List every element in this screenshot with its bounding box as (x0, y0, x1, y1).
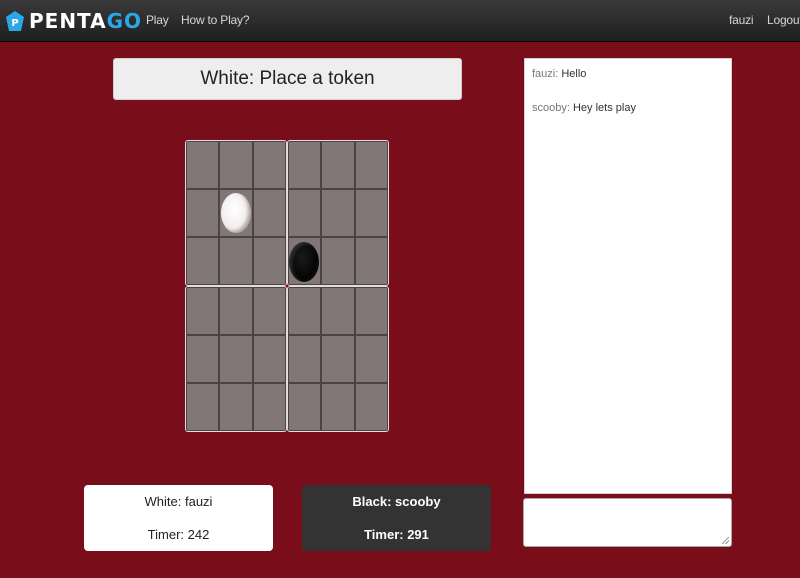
resize-grip-icon[interactable] (722, 537, 729, 544)
game-status-text: White: Place a token (200, 68, 375, 89)
brand-name: PENTAGO (29, 9, 143, 33)
black-player-label: Black: scooby (352, 494, 441, 509)
board-quadrant-bottom-left[interactable] (185, 286, 287, 432)
board-cell[interactable] (354, 141, 388, 189)
board-cell[interactable] (354, 188, 388, 237)
board-cell[interactable] (252, 382, 286, 431)
board-cell[interactable] (354, 382, 388, 431)
black-player-card: Black: scooby Timer: 291 (302, 485, 491, 551)
white-player-card: White: fauzi Timer: 242 (84, 485, 273, 551)
black-token (289, 241, 319, 282)
black-player-timer: Timer: 291 (364, 527, 429, 542)
board-cell[interactable] (321, 382, 355, 431)
white-player-timer: Timer: 242 (147, 527, 210, 542)
board-cell[interactable] (219, 141, 253, 189)
board-cell[interactable] (321, 334, 355, 383)
svg-text:P: P (11, 18, 18, 29)
chat-input[interactable] (523, 498, 732, 547)
nav-username-link[interactable]: fauzi (729, 13, 754, 27)
chat-message-author: fauzi: (532, 68, 559, 80)
nav-logout-link[interactable]: Logout (767, 13, 800, 27)
board-cell[interactable] (288, 287, 322, 335)
board-cell[interactable] (186, 382, 220, 431)
chat-message-text: Hey lets play (572, 102, 636, 114)
board-cell[interactable] (219, 236, 253, 285)
brand-logo[interactable]: P PENTAGO (6, 8, 142, 34)
board-cell[interactable] (252, 334, 286, 383)
board-cell[interactable] (252, 287, 286, 335)
game-status-panel: White: Place a token (113, 58, 462, 100)
board-cell[interactable] (321, 141, 355, 189)
board-cell[interactable] (186, 287, 220, 335)
board-cell[interactable] (288, 188, 322, 237)
white-player-label: White: fauzi (144, 494, 213, 509)
white-token (221, 193, 251, 233)
nav-how-to-play-link[interactable]: How to Play? (181, 13, 250, 27)
board-quadrant-bottom-right[interactable] (287, 286, 389, 432)
board-cell[interactable] (354, 334, 388, 383)
nav-play-link[interactable]: Play (146, 13, 169, 27)
board-cell[interactable] (186, 188, 220, 237)
board-cell[interactable] (219, 334, 253, 383)
board-cell[interactable] (186, 334, 220, 383)
board-cell[interactable] (252, 141, 286, 189)
chat-message-author: scooby: (532, 102, 570, 114)
board-cell[interactable] (354, 287, 388, 335)
chat-message-text: Hello (561, 68, 587, 80)
game-board (185, 140, 389, 432)
board-cell[interactable] (219, 382, 253, 431)
navbar: P PENTAGO Play How to Play? fauzi Logout (0, 0, 800, 42)
board-cell[interactable] (321, 287, 355, 335)
board-cell[interactable] (219, 287, 253, 335)
board-cell[interactable] (288, 141, 322, 189)
board-cell[interactable] (186, 141, 220, 189)
board-cell[interactable] (288, 334, 322, 383)
chat-message: scooby: Hey lets play (532, 101, 724, 115)
board-cell[interactable] (354, 236, 388, 285)
pentagon-logo-icon: P (6, 11, 24, 31)
board-cell[interactable] (252, 188, 286, 237)
chat-message: fauzi: Hello (532, 67, 724, 81)
board-cell[interactable] (321, 236, 355, 285)
board-cell[interactable] (288, 382, 322, 431)
board-cell[interactable] (321, 188, 355, 237)
board-cell[interactable] (186, 236, 220, 285)
board-cell[interactable] (252, 236, 286, 285)
chat-log[interactable]: fauzi: Hello scooby: Hey lets play (524, 58, 732, 494)
